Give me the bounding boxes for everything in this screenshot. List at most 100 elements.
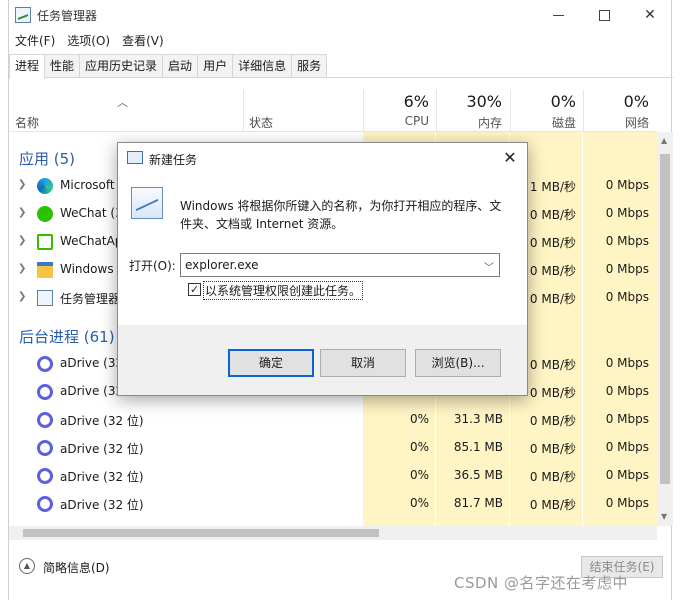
network-value: 0 Mbps [605, 384, 649, 398]
open-input[interactable] [180, 253, 500, 277]
minimize-icon [552, 14, 564, 16]
tab-services[interactable]: 服务 [291, 54, 328, 77]
admin-checkbox[interactable]: ✓ [188, 283, 201, 296]
process-name: aDrive (32 位) [60, 442, 144, 456]
disk-total[interactable]: 0% [510, 92, 576, 111]
scroll-down-icon[interactable]: ▼ [661, 512, 667, 521]
wechat-app-icon [37, 234, 53, 250]
dialog-footer: 确定 取消 浏览(B)... [118, 325, 527, 395]
network-value: 0 Mbps [605, 178, 649, 192]
process-name: Microsoft [60, 178, 115, 192]
menu-file[interactable]: 文件(F) [9, 30, 61, 52]
edge-icon [37, 178, 53, 194]
disk-value: 0 MB/秒 [529, 442, 576, 456]
tab-app-history[interactable]: 应用历史记录 [79, 54, 164, 77]
tab-users[interactable]: 用户 [197, 54, 234, 77]
process-name: aDrive (32 位) [60, 470, 144, 484]
table-row[interactable]: aDrive (32 位) 0% 31.3 MB 0 MB/秒 0 Mbps [9, 406, 657, 434]
group-background-title[interactable]: 后台进程 (61) [19, 326, 115, 347]
process-name: WeChat (3 [60, 206, 123, 220]
cpu-value: 0% [409, 468, 429, 482]
scroll-thumb[interactable] [660, 154, 670, 484]
folder-icon [37, 262, 53, 278]
network-value: 0 Mbps [605, 290, 649, 304]
maximize-button[interactable] [581, 0, 627, 30]
group-apps-title[interactable]: 应用 (5) [19, 148, 75, 169]
network-value: 0 Mbps [605, 496, 649, 510]
column-network[interactable]: 网络 [583, 114, 649, 131]
process-name: aDrive (32 [60, 356, 124, 370]
network-value: 0 Mbps [605, 440, 649, 454]
network-total[interactable]: 0% [583, 92, 649, 111]
minimize-button[interactable] [535, 0, 581, 30]
process-name: aDrive (32 [60, 384, 124, 398]
column-disk[interactable]: 磁盘 [510, 114, 576, 131]
adrive-icon [37, 440, 53, 456]
menu-options[interactable]: 选项(O) [61, 30, 116, 52]
admin-checkbox-label[interactable]: 以系统管理权限创建此任务。 [202, 281, 364, 300]
process-name: Windows [60, 262, 114, 276]
process-name: aDrive (32 位) [60, 498, 144, 512]
task-manager-icon [15, 7, 31, 23]
menu-bar: 文件(F) 选项(O) 查看(V) [9, 30, 673, 52]
disk-value: 0 MB/秒 [529, 470, 576, 484]
expand-chevron-icon[interactable]: ❯ [18, 207, 26, 218]
expand-chevron-icon[interactable]: ❯ [18, 291, 26, 302]
run-icon [127, 151, 143, 164]
memory-value: 85.1 MB [453, 440, 503, 454]
cpu-value: 0% [409, 412, 429, 426]
vertical-scrollbar[interactable]: ▲ ▼ [657, 132, 673, 526]
column-cpu[interactable]: CPU [363, 114, 429, 128]
column-memory[interactable]: 内存 [436, 114, 502, 131]
network-value: 0 Mbps [605, 468, 649, 482]
table-row[interactable]: aDrive (32 位) 0% 36.5 MB 0 MB/秒 0 Mbps [9, 462, 657, 490]
memory-value: 31.3 MB [453, 412, 503, 426]
cpu-total[interactable]: 6% [363, 92, 429, 111]
table-row[interactable]: aDrive (32 位) 0% 85.1 MB 0 MB/秒 0 Mbps [9, 434, 657, 462]
tab-processes[interactable]: 进程 [9, 54, 46, 79]
scroll-thumb[interactable] [23, 529, 379, 537]
scroll-up-icon[interactable]: ▲ [661, 136, 667, 145]
disk-value: 0 MB/秒 [529, 414, 576, 428]
close-button[interactable]: ✕ [627, 0, 673, 30]
menu-view[interactable]: 查看(V) [116, 30, 170, 52]
tab-performance[interactable]: 性能 [44, 54, 81, 77]
browse-button[interactable]: 浏览(B)... [415, 349, 501, 377]
fewer-details-link[interactable]: 简略信息(D) [43, 559, 110, 576]
ok-button[interactable]: 确定 [228, 349, 314, 377]
expand-chevron-icon[interactable]: ❯ [18, 179, 26, 190]
adrive-icon [37, 412, 53, 428]
horizontal-scrollbar[interactable] [9, 526, 657, 540]
memory-value: 36.5 MB [453, 468, 503, 482]
dialog-title-bar[interactable]: 新建任务 ✕ [118, 143, 527, 173]
maximize-icon [598, 9, 610, 21]
wechat-icon [37, 206, 53, 222]
collapse-up-icon[interactable]: ▲ [19, 558, 35, 574]
task-manager-icon [37, 290, 53, 306]
adrive-icon [37, 356, 53, 372]
dialog-close-icon[interactable]: ✕ [498, 147, 522, 169]
expand-chevron-icon[interactable]: ❯ [18, 263, 26, 274]
window-title: 任务管理器 [37, 9, 98, 23]
tab-details[interactable]: 详细信息 [232, 54, 293, 77]
new-task-dialog: 新建任务 ✕ Windows 将根据你所键入的名称，为你打开相应的程序、文件夹、… [117, 142, 528, 396]
disk-value: 0 MB/秒 [529, 498, 576, 512]
task-manager-large-icon [131, 187, 163, 219]
column-status[interactable]: 状态 [249, 114, 273, 131]
memory-total[interactable]: 30% [436, 92, 502, 111]
watermark: CSDN @名字还在考虑中 [454, 574, 629, 592]
cancel-button[interactable]: 取消 [320, 349, 406, 377]
memory-value: 81.7 MB [453, 496, 503, 510]
adrive-icon [37, 468, 53, 484]
chevron-down-icon[interactable]: ﹀ [484, 259, 494, 274]
column-name[interactable]: 名称 [15, 114, 39, 131]
expand-chevron-icon[interactable]: ❯ [18, 235, 26, 246]
adrive-icon [37, 384, 53, 400]
table-row[interactable]: aDrive (32 位) 0% 81.7 MB 0 MB/秒 0 Mbps [9, 490, 657, 518]
sort-caret-icon: ︿ [117, 96, 128, 109]
title-bar[interactable]: 任务管理器 ✕ [9, 0, 673, 30]
tab-strip: 进程 性能 应用历史记录 启动 用户 详细信息 服务 [9, 54, 673, 79]
tab-startup[interactable]: 启动 [162, 54, 199, 77]
network-value: 0 Mbps [605, 262, 649, 276]
process-name: aDrive (32 位) [60, 414, 144, 428]
